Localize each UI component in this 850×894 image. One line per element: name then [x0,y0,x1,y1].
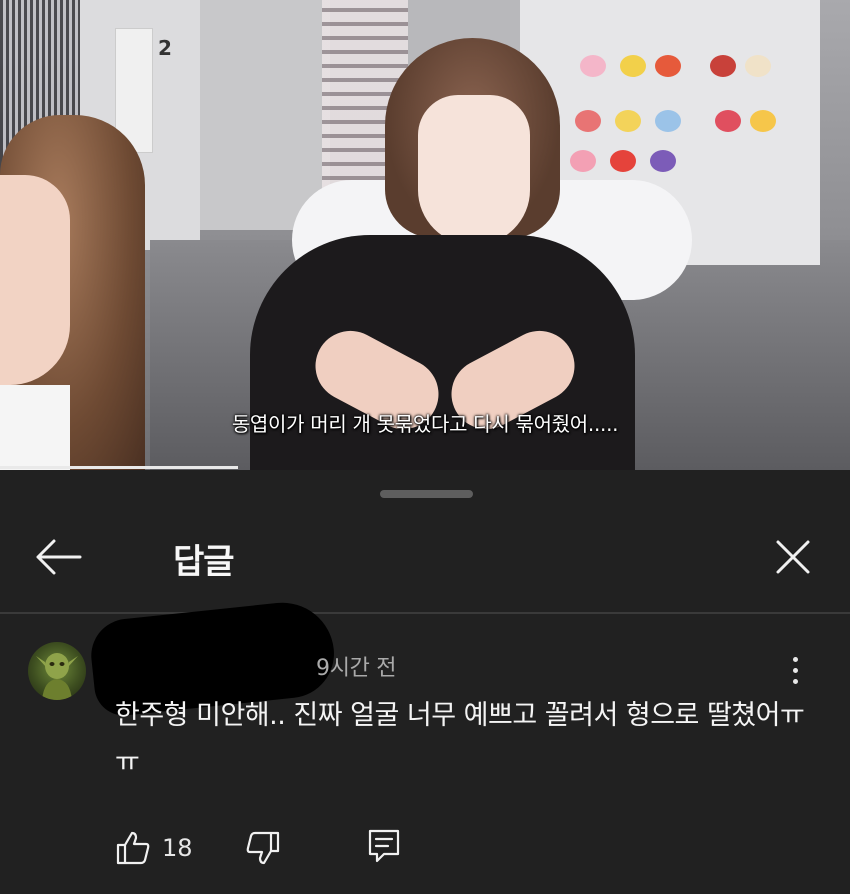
more-vertical-icon [792,657,798,662]
back-button[interactable] [30,535,86,579]
sheet-title: 답글 [173,542,235,582]
shelf-row [560,55,790,95]
video-progress-bar[interactable] [0,466,238,469]
more-options-button[interactable] [782,653,808,693]
video-player[interactable]: 2 동엽이가 머리 개 못묶었다고 다시 묶어줬어..... [0,0,850,470]
goblin-avatar-icon [36,653,78,700]
comment-text: 한주형 미안해.. 진짜 얼굴 너무 예쁘고 꼴려서 형으로 딸쳤어ㅠㅠ [115,700,805,779]
door-number: 2 [158,36,172,60]
divider [0,612,850,614]
drag-handle[interactable] [380,490,473,498]
close-icon [776,540,810,574]
dislike-button[interactable] [245,830,281,866]
thumbs-up-icon [116,831,150,865]
reply-icon [368,829,400,863]
like-button[interactable] [115,830,151,866]
thumbs-down-icon [246,831,280,865]
arrow-left-icon [36,539,82,575]
comment-time: 9시간 전 [316,656,397,681]
avatar[interactable] [28,642,86,700]
close-button[interactable] [770,534,816,580]
person-face [418,95,530,245]
replies-sheet: 답글 9시간 전 한주형 미안해.. 진짜 얼굴 너무 예쁘고 꼴려서 형으로 … [0,470,850,894]
video-subtitle: 동엽이가 머리 개 못묶었다고 다시 묶어줬어..... [231,412,619,436]
person-left-face [0,175,70,385]
reply-button[interactable] [366,828,402,864]
shelf-row [560,110,790,150]
like-count: 18 [162,834,193,862]
